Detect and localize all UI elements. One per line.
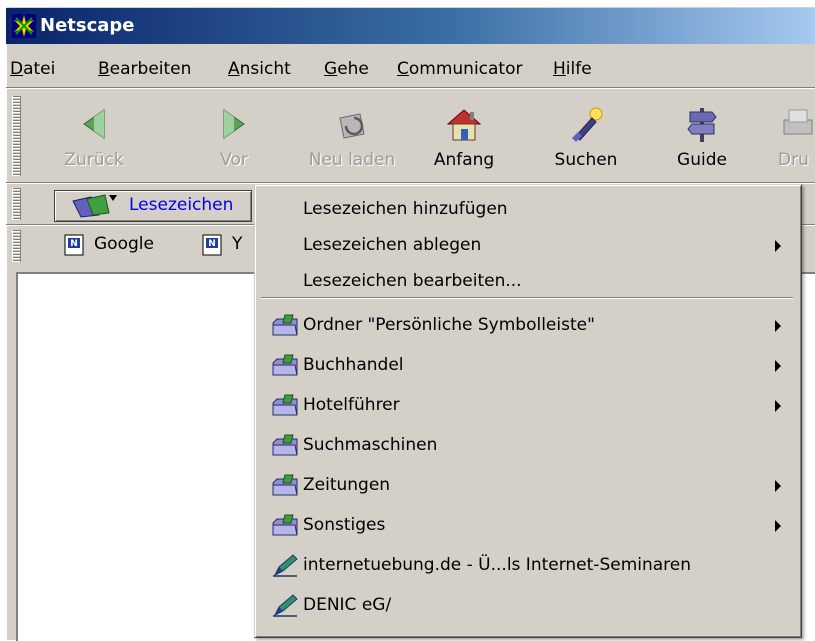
reload-button[interactable]: Neu laden [304, 98, 400, 182]
access-key: H [553, 59, 566, 79]
submenu-arrow-icon [775, 360, 781, 372]
folder-icon [272, 354, 298, 376]
menu-label-rest: ilfe [565, 59, 592, 79]
submenu-arrow-icon [775, 400, 781, 412]
menu-item-edit-bookmarks[interactable]: Lesezeichen bearbeiten... [263, 263, 793, 299]
forward-label: Vor [220, 150, 248, 170]
menu-item-label: Buchhandel [303, 355, 404, 375]
folder-icon [272, 434, 298, 456]
reload-icon [339, 113, 365, 139]
menu-item-label: Suchmaschinen [303, 435, 438, 455]
guide-signpost-icon [687, 108, 717, 142]
access-key: D [10, 59, 24, 79]
menubar-divider [6, 87, 815, 89]
print-button[interactable]: Dru [762, 98, 814, 182]
folder-icon [272, 314, 298, 336]
menu-item-label: Lesezeichen hinzufügen [303, 199, 508, 219]
menu-item-link-internetuebung[interactable]: internetuebung.de - Ü...ls Internet-Semi… [263, 547, 793, 583]
menu-item-label: Hotelführer [303, 395, 400, 415]
netscape-logo-icon [12, 14, 36, 38]
navigation-toolbar: Zurück Vor Neu laden Anfang Suchen Guide… [6, 90, 815, 182]
forward-button[interactable]: Vor [194, 98, 274, 182]
bookmark-link-icon [272, 594, 298, 617]
menu-item-label: Lesezeichen bearbeiten... [303, 271, 522, 291]
menu-item-link-denic[interactable]: DENIC eG/ [263, 587, 793, 623]
personal-grip[interactable] [12, 230, 21, 262]
menu-item-label: Ordner "Persönliche Symbolleiste" [303, 315, 595, 335]
access-key: B [98, 59, 110, 79]
menu-label-rest: atei [23, 59, 56, 79]
access-key: G [324, 59, 338, 79]
home-button[interactable]: Anfang [424, 98, 504, 182]
home-label: Anfang [433, 150, 495, 170]
menu-hilfe[interactable]: Hilfe [553, 59, 592, 79]
menu-item-file-bookmark[interactable]: Lesezeichen ablegen [263, 227, 793, 263]
menu-bar: Datei Bearbeiten Ansicht Gehe Communicat… [6, 54, 815, 86]
menu-item-label: Sonstiges [303, 515, 386, 535]
submenu-arrow-icon [775, 480, 781, 492]
folder-icon [272, 394, 298, 416]
access-key: C [397, 59, 409, 79]
menu-separator [261, 297, 793, 299]
submenu-arrow-icon [775, 320, 781, 332]
bookmarks-button[interactable]: Lesezeichen [54, 190, 252, 222]
menu-item-label: Lesezeichen ablegen [303, 235, 482, 255]
personal-item-y[interactable]: N Y [202, 232, 252, 260]
menu-label-rest: earbeiten [109, 59, 192, 79]
bookmark-link-icon [272, 554, 298, 577]
forward-arrow-icon [223, 109, 245, 139]
search-label: Suchen [554, 150, 618, 170]
menu-gehe[interactable]: Gehe [324, 59, 369, 79]
location-grip[interactable] [12, 188, 21, 220]
menu-item-folder-suchmaschinen[interactable]: Suchmaschinen [263, 427, 793, 463]
menu-item-label: Zeitungen [303, 475, 391, 495]
menu-item-folder-buchhandel[interactable]: Buchhandel [263, 347, 793, 383]
menu-label-rest: ommunicator [408, 59, 523, 79]
submenu-arrow-icon [775, 240, 781, 252]
menu-label-rest: ehe [337, 59, 369, 79]
guide-button[interactable]: Guide [662, 98, 742, 182]
menu-item-label: DENIC eG/ [303, 595, 392, 615]
folder-icon [272, 514, 298, 536]
window-title: Netscape [40, 15, 135, 36]
menu-item-folder-zeitungen[interactable]: Zeitungen [263, 467, 793, 503]
reload-label: Neu laden [308, 150, 396, 170]
submenu-arrow-icon [775, 520, 781, 532]
title-bar[interactable]: Netscape [6, 8, 815, 44]
menu-item-folder-personal-toolbar[interactable]: Ordner "Persönliche Symbolleiste" [263, 307, 793, 343]
bookmarks-dropdown-menu: Lesezeichen hinzufügen Lesezeichen ableg… [254, 184, 802, 638]
bookmarks-button-label: Lesezeichen [129, 195, 234, 215]
access-key: A [228, 59, 240, 79]
personal-item-google[interactable]: N Google [64, 232, 174, 260]
back-button[interactable]: Zurück [54, 98, 134, 182]
menu-item-add-bookmark[interactable]: Lesezeichen hinzufügen [263, 191, 793, 227]
menu-ansicht[interactable]: Ansicht [228, 59, 291, 79]
netscape-doc-icon: N [64, 234, 84, 256]
folder-icon [272, 474, 298, 496]
menu-communicator[interactable]: Communicator [397, 59, 523, 79]
back-arrow-icon [83, 109, 105, 139]
print-label: Dru [778, 150, 809, 170]
guide-label: Guide [677, 150, 727, 170]
menu-item-label: internetuebung.de - Ü...ls Internet-Semi… [303, 555, 692, 575]
home-icon [446, 109, 482, 141]
personal-item-label: Y [232, 234, 243, 254]
search-button[interactable]: Suchen [546, 98, 626, 182]
search-flashlight-icon [572, 107, 603, 142]
menu-bearbeiten[interactable]: Bearbeiten [98, 59, 191, 79]
svg-text:N: N [208, 239, 216, 249]
menu-datei[interactable]: Datei [10, 59, 55, 79]
netscape-doc-icon: N [202, 234, 222, 256]
menu-item-folder-hotelfuehrer[interactable]: Hotelführer [263, 387, 793, 423]
svg-text:N: N [70, 239, 78, 249]
personal-item-label: Google [94, 234, 154, 254]
print-icon [783, 109, 813, 135]
menu-label-rest: nsicht [239, 59, 291, 79]
toolbar-grip[interactable] [12, 96, 21, 176]
bookmarks-books-icon [72, 194, 117, 218]
back-label: Zurück [64, 150, 124, 170]
menu-item-folder-sonstiges[interactable]: Sonstiges [263, 507, 793, 543]
